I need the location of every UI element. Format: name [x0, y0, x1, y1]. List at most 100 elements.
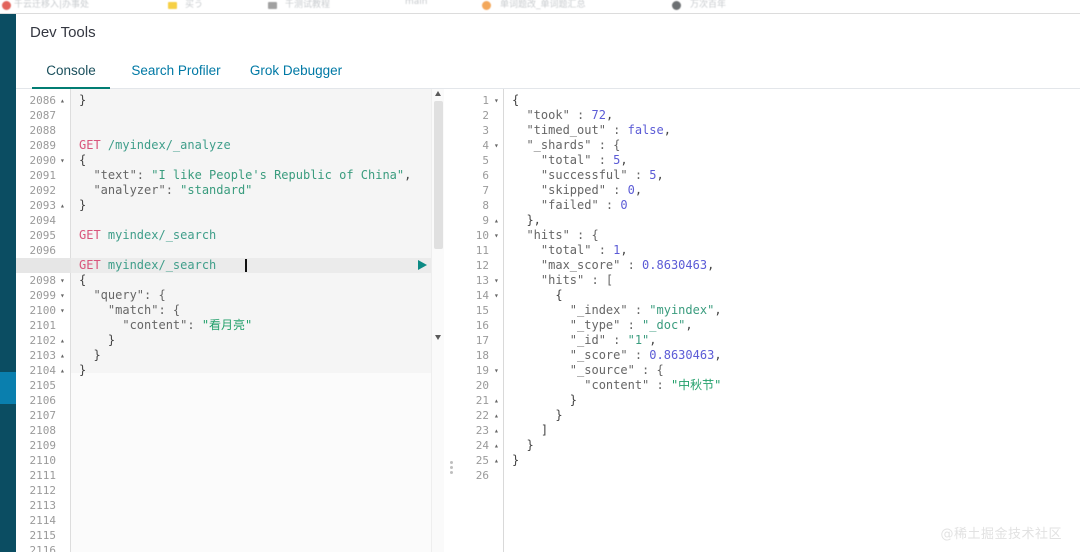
line-number: 3	[482, 124, 489, 137]
code-fold-arrow-icon[interactable]: ▾	[494, 138, 499, 153]
splitter-drag-handle-icon[interactable]	[450, 461, 454, 477]
line-number: 2102	[29, 334, 57, 347]
code-token: }	[79, 198, 87, 212]
editor-line-number-gutter: 2086 ▴ 2087 2088 2089 2090 ▾ 2091 2092 2093 ▴ 2094 2…	[16, 89, 71, 552]
console-split-view: 2086 ▴ 2087 2088 2089 2090 ▾ 2091 2092 2093 ▴ 2094 2…	[16, 89, 1080, 552]
code-line: "total" : 1,	[512, 243, 628, 258]
line-number: 2093	[29, 199, 57, 212]
scrollbar-thumb[interactable]	[434, 101, 443, 249]
code-fold-arrow-icon[interactable]: ▾	[494, 273, 499, 288]
scrollbar-up-arrow-icon[interactable]	[435, 91, 441, 96]
code-fold-arrow-icon[interactable]: ▾	[494, 93, 499, 108]
code-fold-arrow-icon[interactable]: ▾	[60, 303, 65, 318]
line-number: 21	[475, 394, 489, 407]
code-fold-arrow-icon[interactable]: ▴	[60, 93, 65, 108]
code-fold-arrow-icon[interactable]: ▴	[494, 408, 499, 423]
kibana-nav-rail[interactable]	[0, 14, 16, 552]
code-fold-arrow-icon[interactable]: ▾	[60, 288, 65, 303]
line-number: 16	[475, 319, 489, 332]
code-fold-arrow-icon[interactable]: ▴	[494, 438, 499, 453]
code-line: GET myindex/_search	[79, 258, 216, 273]
bookmark-item[interactable]: 单词题改_单词题汇总	[500, 0, 586, 10]
line-number: 2091	[29, 169, 57, 182]
code-token: ,	[620, 153, 628, 167]
line-number: 2105	[29, 379, 57, 392]
code-line: "_source" : {	[512, 363, 664, 378]
line-number: 17	[475, 334, 489, 347]
code-line: "content": "看月亮"	[79, 318, 252, 333]
code-fold-arrow-icon[interactable]: ▴	[60, 363, 65, 378]
bookmark-item[interactable]: 千云迁移入|办事处	[14, 0, 89, 10]
code-token: "_score" :	[512, 348, 650, 362]
code-token: false	[627, 123, 664, 137]
code-line: "content" : "中秋节"	[512, 378, 721, 393]
bookmark-item[interactable]: 万次百年	[690, 0, 726, 10]
code-token: },	[512, 213, 541, 227]
line-number: 2109	[29, 439, 57, 452]
tab-console[interactable]: Console	[32, 54, 110, 89]
request-editor-pane[interactable]: 2086 ▴ 2087 2088 2089 2090 ▾ 2091 2092 2093 ▴ 2094 2…	[16, 89, 444, 552]
line-number: 15	[475, 304, 489, 317]
line-number: 2092	[29, 184, 57, 197]
line-number: 20	[475, 379, 489, 392]
response-viewer-pane[interactable]: 1 ▾ 2 3 4 ▾ 5 6 7 8 9 ▴ 10 ▾ 11 12 13 ▾ 14 ▾ 15 16 17 18 19 ▾ 20 21…	[460, 89, 1080, 552]
code-token: ,	[649, 333, 657, 347]
code-token: }	[512, 393, 578, 407]
code-token: "hits" : {	[512, 228, 599, 242]
code-line: GET /myindex/_analyze	[79, 138, 231, 153]
nav-rail-active-indicator	[0, 372, 16, 404]
code-line: "failed" : 0	[512, 198, 628, 213]
code-line: "successful" : 5,	[512, 168, 664, 183]
text-caret	[245, 259, 247, 272]
code-token: GET	[79, 138, 108, 152]
code-line: }	[512, 438, 533, 453]
code-token: GET	[79, 258, 108, 272]
code-token: myindex/_search	[107, 228, 217, 242]
code-token: "_doc"	[642, 318, 686, 332]
code-fold-arrow-icon[interactable]: ▾	[494, 363, 499, 378]
browser-bookmarks-bar: 千云迁移入|办事处 买う 千测试教程 main 单词题改_单词题汇总 万次百年	[0, 0, 1080, 14]
code-token: "text":	[79, 168, 152, 182]
page-title: Dev Tools	[30, 24, 96, 41]
code-fold-arrow-icon[interactable]: ▴	[494, 453, 499, 468]
editor-scrollbar[interactable]	[431, 89, 444, 552]
code-token: 72	[591, 108, 606, 122]
code-fold-arrow-icon[interactable]: ▾	[60, 153, 65, 168]
code-token: "standard"	[180, 183, 253, 197]
bookmark-item[interactable]: 买う	[185, 0, 203, 10]
code-token: {	[512, 93, 520, 107]
send-request-play-icon[interactable]	[418, 260, 427, 270]
code-token: "timed_out" :	[512, 123, 628, 137]
red-circle-icon	[2, 1, 11, 10]
code-token: "match": {	[79, 303, 181, 317]
code-line: "_score" : 0.8630463,	[512, 348, 722, 363]
code-fold-arrow-icon[interactable]: ▾	[494, 288, 499, 303]
code-line: {	[512, 288, 562, 303]
bookmark-item[interactable]: main	[405, 0, 428, 7]
tab-search-profiler[interactable]: Search Profiler	[121, 54, 231, 89]
code-fold-arrow-icon[interactable]: ▴	[60, 348, 65, 363]
code-fold-arrow-icon[interactable]: ▴	[494, 393, 499, 408]
code-fold-arrow-icon[interactable]: ▴	[494, 423, 499, 438]
code-token: 0.8630463	[642, 258, 708, 272]
code-fold-arrow-icon[interactable]: ▴	[60, 333, 65, 348]
code-token: "took" :	[512, 108, 592, 122]
line-number: 2110	[29, 454, 57, 467]
code-line: "match": {	[79, 303, 180, 318]
code-fold-arrow-icon[interactable]: ▾	[494, 228, 499, 243]
code-fold-arrow-icon[interactable]: ▾	[60, 273, 65, 288]
code-token: ,	[707, 258, 715, 272]
line-number: 1	[482, 94, 489, 107]
code-token: "content" :	[512, 378, 671, 392]
scrollbar-down-arrow-icon[interactable]	[435, 335, 441, 340]
bookmark-item[interactable]: 千测试教程	[285, 0, 330, 10]
code-line: },	[512, 213, 541, 228]
code-fold-arrow-icon[interactable]: ▴	[494, 213, 499, 228]
yellow-folder-icon	[168, 2, 177, 9]
code-line: "timed_out" : false,	[512, 123, 671, 138]
tab-grok-debugger[interactable]: Grok Debugger	[241, 54, 351, 89]
line-number: 2094	[29, 214, 57, 227]
line-number: 2101	[29, 319, 57, 332]
code-fold-arrow-icon[interactable]: ▴	[60, 198, 65, 213]
pane-splitter[interactable]	[444, 89, 460, 552]
